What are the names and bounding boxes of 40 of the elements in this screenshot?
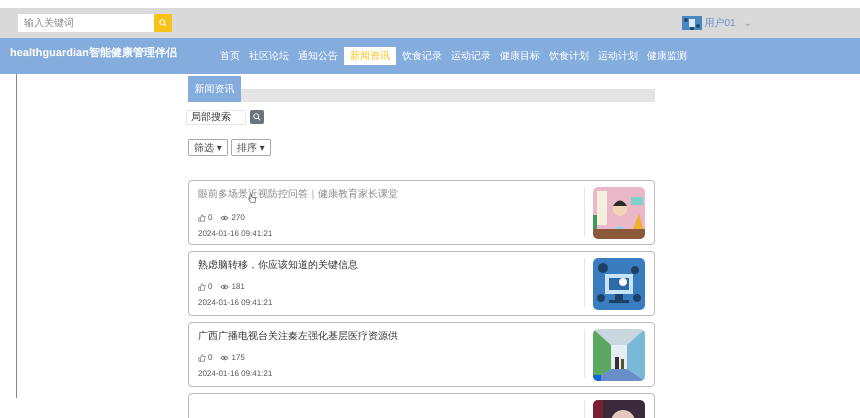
nav-item[interactable]: 运动记录 [448, 47, 494, 65]
dropdown-button[interactable]: 排序 ▾ [230, 139, 271, 156]
nav-item[interactable]: 通知公告 [295, 47, 341, 65]
nav-item[interactable]: 社区论坛 [246, 47, 292, 65]
view-count: 181 [231, 282, 245, 291]
caret-icon[interactable]: ⌄ [744, 18, 752, 28]
news-date: 2024-01-16 09:41:21 [198, 229, 274, 238]
news-card[interactable]: 广西广播电视台关注秦左强化基层医疗资源供 0 175 2024-01-16 09:41:21 [188, 322, 655, 387]
search-icon [159, 19, 167, 27]
like-count: 0 [208, 282, 212, 291]
site-title: healthguardian智能健康管理伴侣 [10, 46, 177, 60]
thumbs-up-icon[interactable] [198, 354, 206, 362]
dropdown-button[interactable]: 筛选 ▾ [188, 139, 228, 156]
eye-icon [220, 354, 230, 360]
search-button[interactable] [250, 110, 264, 124]
like-count: 0 [208, 353, 212, 362]
search-field[interactable]: 局部搜索 [186, 110, 246, 125]
view-count: 270 [231, 213, 245, 222]
news-date: 2024-01-16 09:41:21 [198, 369, 274, 378]
user-name[interactable]: 用户01 [704, 16, 736, 30]
nav-item[interactable]: 饮食计划 [546, 47, 592, 65]
news-title[interactable]: 广西广播电视台关注秦左强化基层医疗资源供 [198, 329, 398, 343]
thumbs-up-icon[interactable] [198, 214, 206, 222]
news-card[interactable]: 熟虑脑转移，你应该知道的关键信息 0 181 2024-01-16 09:41:21 [188, 251, 655, 316]
search-field[interactable]: 输入关键词 [18, 14, 154, 32]
view-count: 175 [231, 353, 245, 362]
nav-item[interactable]: 新闻资讯 [344, 47, 396, 65]
news-date: 2024-01-16 09:41:21 [198, 298, 274, 307]
nav-item[interactable]: 健康目标 [497, 47, 543, 65]
eye-icon [220, 284, 230, 290]
nav-item[interactable]: 首页 [217, 47, 243, 65]
eye-icon [220, 214, 230, 220]
news-title[interactable]: 熟虑脑转移，你应该知道的关键信息 [198, 258, 358, 272]
thumbs-up-icon[interactable] [198, 282, 206, 290]
nav-item[interactable]: 运动计划 [595, 47, 641, 65]
like-count: 0 [208, 213, 212, 222]
search-icon [253, 113, 261, 121]
section-tab[interactable]: 新闻资讯 [188, 76, 241, 102]
nav-item[interactable]: 饮食记录 [399, 47, 445, 65]
nav-item[interactable]: 健康监测 [644, 47, 690, 65]
